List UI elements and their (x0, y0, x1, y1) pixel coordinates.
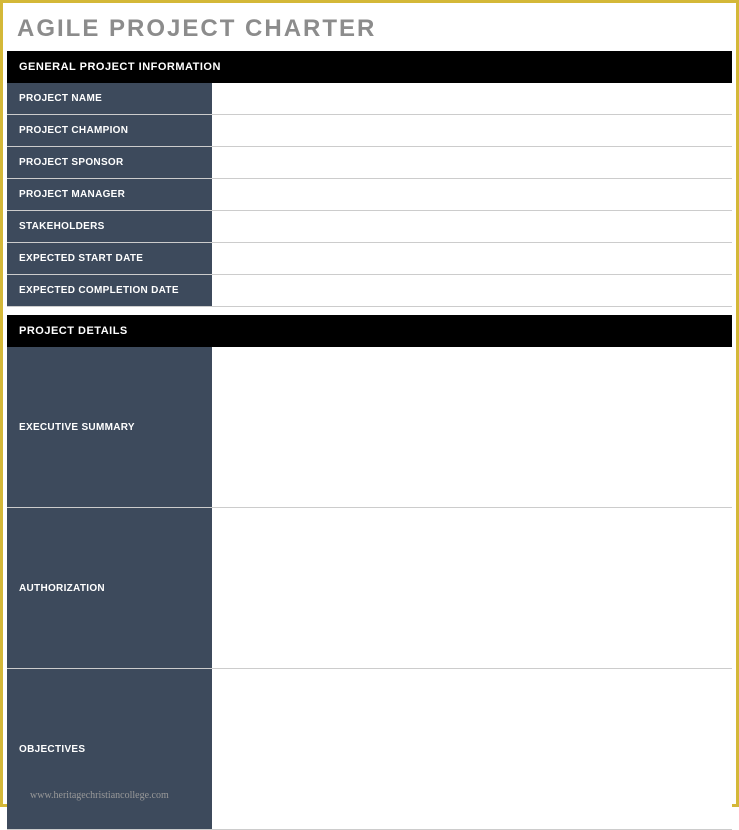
label-project-name: PROJECT NAME (7, 83, 212, 114)
value-project-sponsor[interactable] (212, 147, 732, 178)
label-stakeholders: STAKEHOLDERS (7, 211, 212, 242)
content-container: GENERAL PROJECT INFORMATION PROJECT NAME… (3, 51, 736, 830)
value-executive-summary[interactable] (212, 347, 732, 507)
section-header-details: PROJECT DETAILS (7, 315, 732, 347)
row-executive-summary: EXECUTIVE SUMMARY (7, 347, 732, 508)
label-expected-completion: EXPECTED COMPLETION DATE (7, 275, 212, 306)
label-expected-start: EXPECTED START DATE (7, 243, 212, 274)
row-project-sponsor: PROJECT SPONSOR (7, 147, 732, 179)
label-project-sponsor: PROJECT SPONSOR (7, 147, 212, 178)
section-header-general: GENERAL PROJECT INFORMATION (7, 51, 732, 83)
row-project-champion: PROJECT CHAMPION (7, 115, 732, 147)
section-spacer (7, 307, 732, 315)
row-project-manager: PROJECT MANAGER (7, 179, 732, 211)
row-expected-completion: EXPECTED COMPLETION DATE (7, 275, 732, 307)
row-expected-start: EXPECTED START DATE (7, 243, 732, 275)
label-project-manager: PROJECT MANAGER (7, 179, 212, 210)
row-project-name: PROJECT NAME (7, 83, 732, 115)
label-project-champion: PROJECT CHAMPION (7, 115, 212, 146)
value-expected-start[interactable] (212, 243, 732, 274)
value-authorization[interactable] (212, 508, 732, 668)
page-title: AGILE PROJECT CHARTER (3, 3, 736, 51)
value-project-manager[interactable] (212, 179, 732, 210)
watermark-text: www.heritagechristiancollege.com (30, 790, 169, 801)
label-executive-summary: EXECUTIVE SUMMARY (7, 347, 212, 507)
value-project-name[interactable] (212, 83, 732, 114)
value-expected-completion[interactable] (212, 275, 732, 306)
value-objectives[interactable] (212, 669, 732, 829)
row-authorization: AUTHORIZATION (7, 508, 732, 669)
label-objectives: OBJECTIVES (7, 669, 212, 829)
value-stakeholders[interactable] (212, 211, 732, 242)
document-frame: AGILE PROJECT CHARTER GENERAL PROJECT IN… (0, 0, 739, 807)
row-objectives: OBJECTIVES (7, 669, 732, 830)
row-stakeholders: STAKEHOLDERS (7, 211, 732, 243)
value-project-champion[interactable] (212, 115, 732, 146)
label-authorization: AUTHORIZATION (7, 508, 212, 668)
